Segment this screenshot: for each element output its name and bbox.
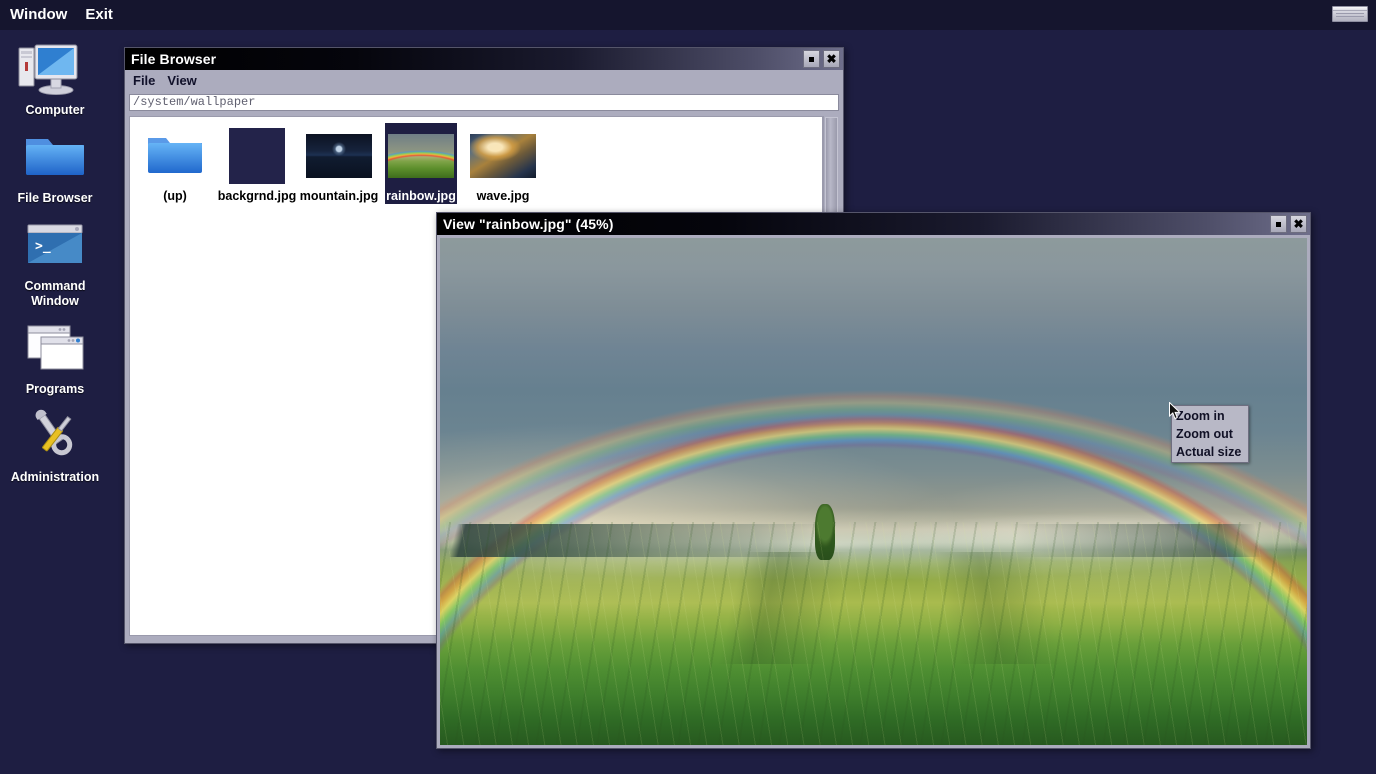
image-view-window[interactable]: View "rainbow.jpg" (45%) ✖ xyxy=(436,212,1311,749)
thumbnail-image xyxy=(388,134,454,178)
tray-window-lines xyxy=(1333,11,1367,21)
file-thumb xyxy=(385,123,457,189)
file-thumb xyxy=(467,123,539,189)
zoom-context-menu[interactable]: Zoom in Zoom out Actual size xyxy=(1171,405,1249,463)
path-input[interactable] xyxy=(129,93,839,111)
file-name: mountain.jpg xyxy=(299,189,379,203)
restore-button[interactable] xyxy=(803,50,820,68)
folder-icon xyxy=(0,126,110,188)
image-view-titlebar[interactable]: View "rainbow.jpg" (45%) ✖ xyxy=(437,213,1310,235)
desktop-icon-label: File Browser xyxy=(17,191,93,205)
close-button[interactable]: ✖ xyxy=(823,50,840,68)
minimized-window-icon[interactable] xyxy=(1332,6,1368,22)
file-grid: (up) backgrnd.jpg mountain.jpg rainbow.j… xyxy=(130,117,822,210)
desktop-icon-administration[interactable]: Administration xyxy=(0,405,110,485)
thumbnail-image xyxy=(229,128,285,184)
desktop-icon-label: Programs xyxy=(25,382,85,396)
file-item-mountain[interactable]: mountain.jpg xyxy=(299,123,379,204)
restore-button[interactable] xyxy=(1270,215,1287,233)
top-menubar: Window Exit xyxy=(0,0,1376,30)
restore-icon xyxy=(1276,221,1281,227)
file-name: backgrnd.jpg xyxy=(217,189,297,203)
image-view-window-controls: ✖ xyxy=(1270,215,1307,233)
desktop-icon-label: Computer xyxy=(25,103,85,117)
close-button[interactable]: ✖ xyxy=(1290,215,1307,233)
path-row xyxy=(125,90,843,115)
menu-view[interactable]: View xyxy=(167,73,196,88)
desktop-icon-computer[interactable]: Computer xyxy=(0,38,110,118)
tools-icon xyxy=(0,405,110,467)
desktop-icon-label: Administration xyxy=(10,470,100,484)
file-name: rainbow.jpg xyxy=(385,189,457,204)
context-menu-item-actual-size[interactable]: Actual size xyxy=(1172,443,1248,461)
image-view-canvas[interactable] xyxy=(440,238,1307,745)
file-item-up[interactable]: (up) xyxy=(135,123,215,204)
file-browser-titlebar[interactable]: File Browser ✖ xyxy=(125,48,843,70)
menu-exit[interactable]: Exit xyxy=(83,0,115,30)
image-view-title: View "rainbow.jpg" (45%) xyxy=(443,216,614,232)
menu-window[interactable]: Window xyxy=(8,0,69,30)
restore-icon xyxy=(809,56,814,62)
desktop-icon-programs[interactable]: Programs xyxy=(0,317,110,397)
file-item-rainbow[interactable]: rainbow.jpg xyxy=(381,123,461,204)
thumbnail-image xyxy=(306,134,372,178)
desktop-icon-list: Computer File Browser >_ Command Window … xyxy=(0,30,110,485)
thumbnail-image xyxy=(470,134,536,178)
computer-icon xyxy=(0,38,110,100)
file-name: (up) xyxy=(163,189,187,203)
terminal-icon: >_ xyxy=(0,214,110,276)
windows-stack-icon xyxy=(0,317,110,379)
file-browser-menubar: File View xyxy=(125,70,843,90)
desktop-icon-file-browser[interactable]: File Browser xyxy=(0,126,110,206)
close-icon: ✖ xyxy=(826,52,837,66)
file-item-wave[interactable]: wave.jpg xyxy=(463,123,543,204)
context-menu-item-zoom-in[interactable]: Zoom in xyxy=(1172,407,1248,425)
grass-layer xyxy=(440,521,1307,745)
file-thumb xyxy=(303,123,375,189)
close-icon: ✖ xyxy=(1293,217,1304,231)
desktop-icon-command-window[interactable]: >_ Command Window xyxy=(0,214,110,309)
file-thumb xyxy=(139,123,211,189)
desktop[interactable]: Window Exit Computer File Browser >_ Com… xyxy=(0,0,1376,774)
file-name: wave.jpg xyxy=(476,189,530,203)
file-thumb xyxy=(221,123,293,189)
menu-file[interactable]: File xyxy=(133,73,155,88)
svg-text:>_: >_ xyxy=(35,239,51,254)
context-menu-item-zoom-out[interactable]: Zoom out xyxy=(1172,425,1248,443)
file-browser-title: File Browser xyxy=(131,51,217,67)
file-browser-window-controls: ✖ xyxy=(803,50,840,68)
folder-icon xyxy=(148,138,202,173)
file-item-backgrnd[interactable]: backgrnd.jpg xyxy=(217,123,297,204)
rainbow-photo xyxy=(440,238,1307,745)
desktop-icon-label: Command Window xyxy=(24,279,86,308)
